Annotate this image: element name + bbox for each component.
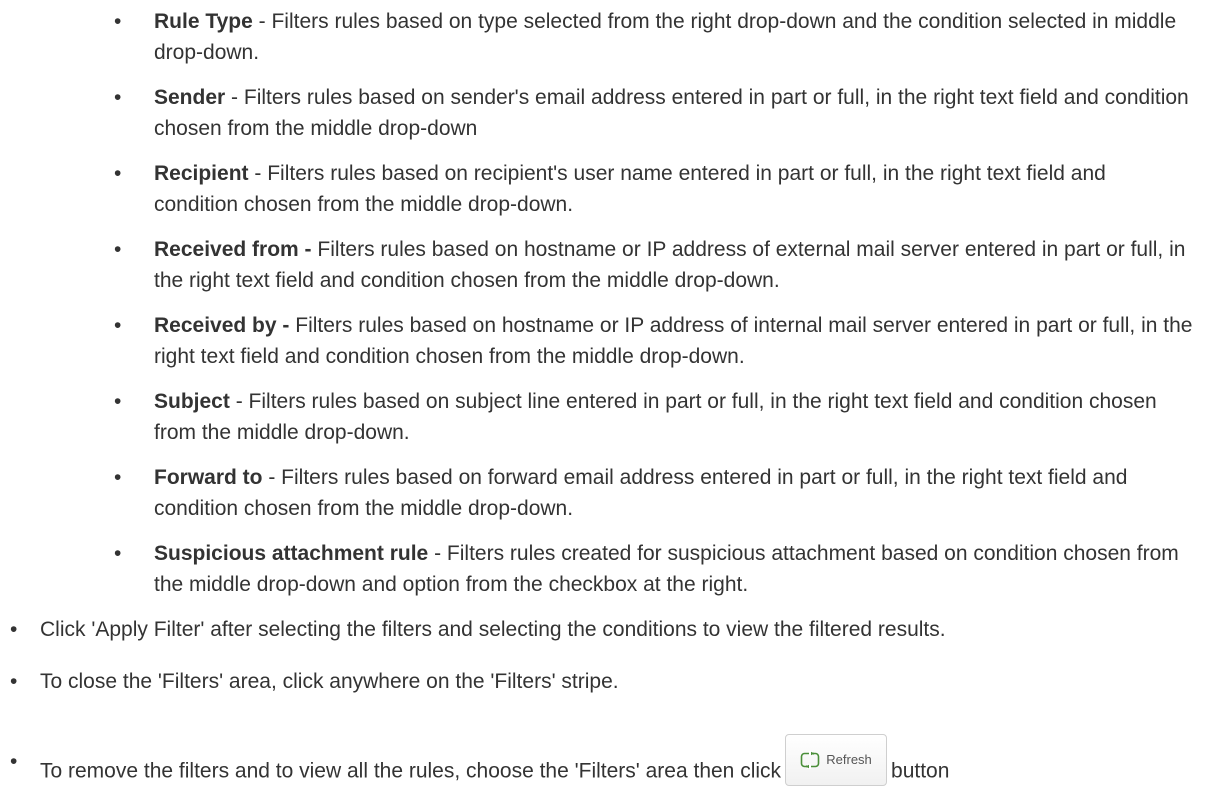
term: Recipient: [154, 162, 249, 185]
term: Subject: [154, 390, 230, 413]
bullet: •: [10, 750, 18, 773]
help-document-page: • Rule Type - Filters rules based on typ…: [0, 0, 1208, 792]
list-item-text: Rule Type - Filters rules based on type …: [154, 10, 1177, 64]
bullet: •: [114, 10, 122, 33]
list-item-text: Received from - Filters rules based on h…: [154, 234, 1194, 296]
list-item-text: Sender - Filters rules based on sender's…: [154, 86, 1189, 140]
list-item-text: Recipient - Filters rules based on recip…: [154, 162, 1106, 216]
bullet: •: [10, 670, 18, 693]
bullet: •: [114, 466, 122, 489]
list-item-remove-filters: • To remove the filters and to view all …: [10, 734, 1200, 798]
description: Filters rules based on hostname or IP ad…: [154, 314, 1193, 368]
bullet: •: [114, 314, 122, 337]
list-item-recipient: • Recipient - Filters rules based on rec…: [114, 158, 1194, 220]
list-item-text: Forward to - Filters rules based on forw…: [154, 466, 1128, 520]
description: Filters rules based on subject line ente…: [154, 390, 1157, 444]
bullet: •: [114, 238, 122, 261]
list-item-apply-filter: • Click 'Apply Filter' after selecting t…: [10, 614, 1200, 645]
description: Filters rules based on forward email add…: [154, 466, 1128, 520]
bullet: •: [114, 542, 122, 565]
list-item-text: Subject - Filters rules based on subject…: [154, 390, 1157, 444]
description: Filters rules based on sender's email ad…: [154, 86, 1189, 140]
term: Forward to: [154, 466, 263, 489]
bullet: •: [114, 390, 122, 413]
list-item-text: Click 'Apply Filter' after selecting the…: [40, 618, 946, 641]
refresh-button-label: Refresh: [826, 752, 872, 767]
list-item-text: Received by - Filters rules based on hos…: [154, 310, 1194, 372]
list-item-forward-to: • Forward to - Filters rules based on fo…: [114, 462, 1194, 524]
term: Received from -: [154, 238, 312, 261]
list-item-text: Suspicious attachment rule - Filters rul…: [154, 542, 1179, 596]
term: Suspicious attachment rule: [154, 542, 429, 565]
refresh-button[interactable]: Refresh: [785, 734, 888, 786]
list-item-subject: • Subject - Filters rules based on subje…: [114, 386, 1194, 448]
term: Sender: [154, 86, 226, 109]
bullet: •: [114, 86, 122, 109]
list-item-received-from: • Received from - Filters rules based on…: [114, 234, 1194, 296]
list-item-text: To remove the filters and to view all th…: [40, 734, 1200, 798]
list-item-rule-type: • Rule Type - Filters rules based on typ…: [114, 6, 1194, 68]
description: Filters rules based on type selected fro…: [154, 10, 1177, 64]
list-item-close-filters: • To close the 'Filters' area, click any…: [10, 666, 1200, 697]
bullet: •: [10, 618, 18, 641]
description: Filters rules based on recipient's user …: [154, 162, 1106, 216]
list-item-received-by: • Received by - Filters rules based on h…: [114, 310, 1194, 372]
list-item-suspicious-attachment-rule: • Suspicious attachment rule - Filters r…: [114, 538, 1194, 600]
bullet: •: [114, 162, 122, 185]
term: Rule Type: [154, 10, 253, 33]
list-item-sender: • Sender - Filters rules based on sender…: [114, 82, 1194, 144]
refresh-icon: [800, 751, 820, 769]
term: Received by -: [154, 314, 290, 337]
list-item-text: To close the 'Filters' area, click anywh…: [40, 670, 619, 693]
